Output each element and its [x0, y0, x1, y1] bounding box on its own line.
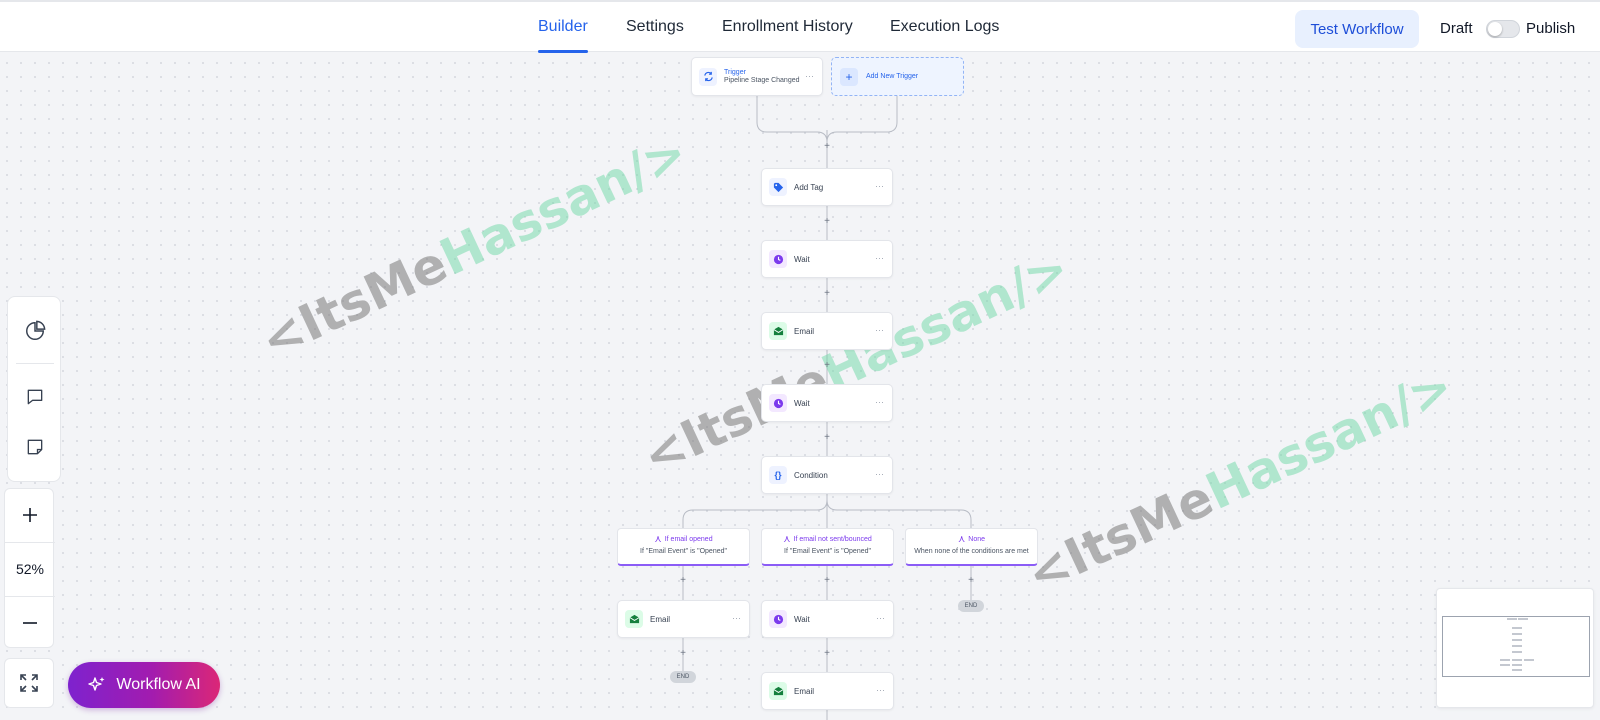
braces-icon: {}: [769, 466, 787, 484]
draft-label: Draft: [1440, 20, 1473, 37]
publish-label: Publish: [1526, 20, 1576, 37]
add-step-button[interactable]: +: [822, 141, 832, 152]
tab-execution-logs[interactable]: Execution Logs: [890, 18, 999, 36]
more-options-icon[interactable]: ···: [732, 613, 741, 623]
node-label: Wait: [794, 398, 810, 408]
end-marker: END: [958, 600, 984, 612]
comment-button[interactable]: [8, 377, 62, 417]
add-tag-node[interactable]: Add Tag ···: [761, 168, 893, 206]
branch-email-opened[interactable]: ⋏ If email opened If "Email Event" is "Op…: [617, 528, 750, 566]
zoom-out-button[interactable]: [5, 597, 55, 649]
branch-icon: ⋏: [957, 534, 966, 545]
minus-icon: [23, 622, 37, 624]
trigger-node[interactable]: Trigger Pipeline Stage Changed ···: [691, 57, 823, 96]
wait-node[interactable]: Wait ···: [761, 240, 893, 278]
node-label: Wait: [794, 614, 810, 624]
divider: [16, 363, 54, 364]
test-workflow-button[interactable]: Test Workflow: [1295, 10, 1419, 48]
branch-icon: ⋏: [654, 534, 662, 545]
branch-subtitle: If "Email Event" is "Opened": [784, 548, 871, 555]
analytics-button[interactable]: [8, 311, 62, 351]
more-options-icon[interactable]: ···: [876, 685, 885, 695]
toggle-knob: [1488, 22, 1502, 36]
active-tab-indicator: [538, 50, 588, 53]
node-label: Wait: [794, 254, 810, 264]
node-label: Email: [650, 614, 671, 624]
branch-email-not-sent[interactable]: ⋏ If email not sent/bounced If "Email Eve…: [761, 528, 894, 566]
end-marker: END: [670, 671, 696, 683]
fit-to-screen-button[interactable]: [4, 658, 54, 708]
branch-none[interactable]: ⋏ None When none of the conditions are me…: [905, 528, 1038, 566]
node-label: Add Tag: [794, 182, 824, 192]
email-node[interactable]: Email ···: [761, 312, 893, 350]
branch-subtitle: If "Email Event" is "Opened": [640, 548, 727, 555]
zoom-in-button[interactable]: [5, 489, 55, 541]
clock-icon: [769, 250, 787, 268]
add-step-button[interactable]: +: [822, 216, 832, 227]
clock-icon: [769, 394, 787, 412]
more-options-icon[interactable]: ···: [875, 181, 884, 191]
top-bar: Builder Settings Enrollment History Exec…: [0, 0, 1600, 53]
more-options-icon[interactable]: ···: [805, 71, 814, 81]
trigger-title: Trigger: [724, 69, 746, 76]
workflow-ai-label: Workflow AI: [116, 676, 201, 693]
sticky-note-button[interactable]: [8, 427, 62, 467]
tab-settings[interactable]: Settings: [626, 18, 684, 36]
email-node[interactable]: Email ···: [761, 672, 894, 710]
add-trigger-label: Add New Trigger: [866, 73, 919, 80]
expand-icon: [20, 674, 38, 692]
add-step-button[interactable]: +: [822, 360, 832, 371]
canvas-tools-panel: [7, 296, 61, 482]
email-icon: [769, 322, 787, 340]
more-options-icon[interactable]: ···: [875, 253, 884, 263]
node-label: Condition: [794, 470, 828, 480]
minimap-preview: [1500, 618, 1534, 671]
add-step-button[interactable]: +: [966, 575, 976, 586]
add-step-button[interactable]: +: [678, 648, 688, 659]
clock-icon: [769, 610, 787, 628]
tag-icon: [769, 178, 787, 196]
plus-icon: +: [840, 67, 858, 86]
wait-node[interactable]: Wait ···: [761, 384, 893, 422]
more-options-icon[interactable]: ···: [875, 397, 884, 407]
condition-node[interactable]: {} Condition ···: [761, 456, 893, 494]
add-step-button[interactable]: +: [822, 288, 832, 299]
wait-node[interactable]: Wait ···: [761, 600, 894, 638]
tab-builder[interactable]: Builder: [538, 18, 588, 36]
trigger-subtitle: Pipeline Stage Changed: [724, 77, 800, 84]
branch-subtitle: When none of the conditions are met: [914, 548, 1029, 555]
more-options-icon[interactable]: ···: [875, 469, 884, 479]
sticky-note-icon: [27, 439, 43, 455]
add-step-button[interactable]: +: [822, 575, 832, 586]
comment-icon: [27, 389, 43, 405]
email-node[interactable]: Email ···: [617, 600, 750, 638]
workflow-ai-button[interactable]: Workflow AI: [68, 662, 220, 708]
sparkles-icon: [87, 675, 107, 695]
branch-title: If email opened: [664, 536, 713, 543]
zoom-controls: 52%: [4, 488, 55, 649]
zoom-level: 52%: [15, 561, 45, 577]
email-icon: [769, 682, 787, 700]
pie-chart-icon: [26, 320, 46, 340]
minimap[interactable]: [1436, 588, 1594, 708]
publish-toggle[interactable]: [1486, 20, 1520, 38]
add-new-trigger-button[interactable]: + Add New Trigger: [831, 57, 964, 96]
branch-title: If email not sent/bounced: [793, 536, 872, 543]
branch-title: None: [968, 536, 986, 543]
refresh-icon: [699, 67, 717, 86]
add-step-button[interactable]: +: [822, 648, 832, 659]
tab-enrollment-history[interactable]: Enrollment History: [722, 18, 853, 36]
node-label: Email: [794, 326, 815, 336]
add-step-button[interactable]: +: [678, 575, 688, 586]
plus-icon: [23, 508, 37, 522]
more-options-icon[interactable]: ···: [875, 325, 884, 335]
email-icon: [625, 610, 643, 628]
node-label: Email: [794, 686, 815, 696]
add-step-button[interactable]: +: [822, 432, 832, 443]
branch-icon: ⋏: [783, 534, 791, 545]
more-options-icon[interactable]: ···: [876, 613, 885, 623]
